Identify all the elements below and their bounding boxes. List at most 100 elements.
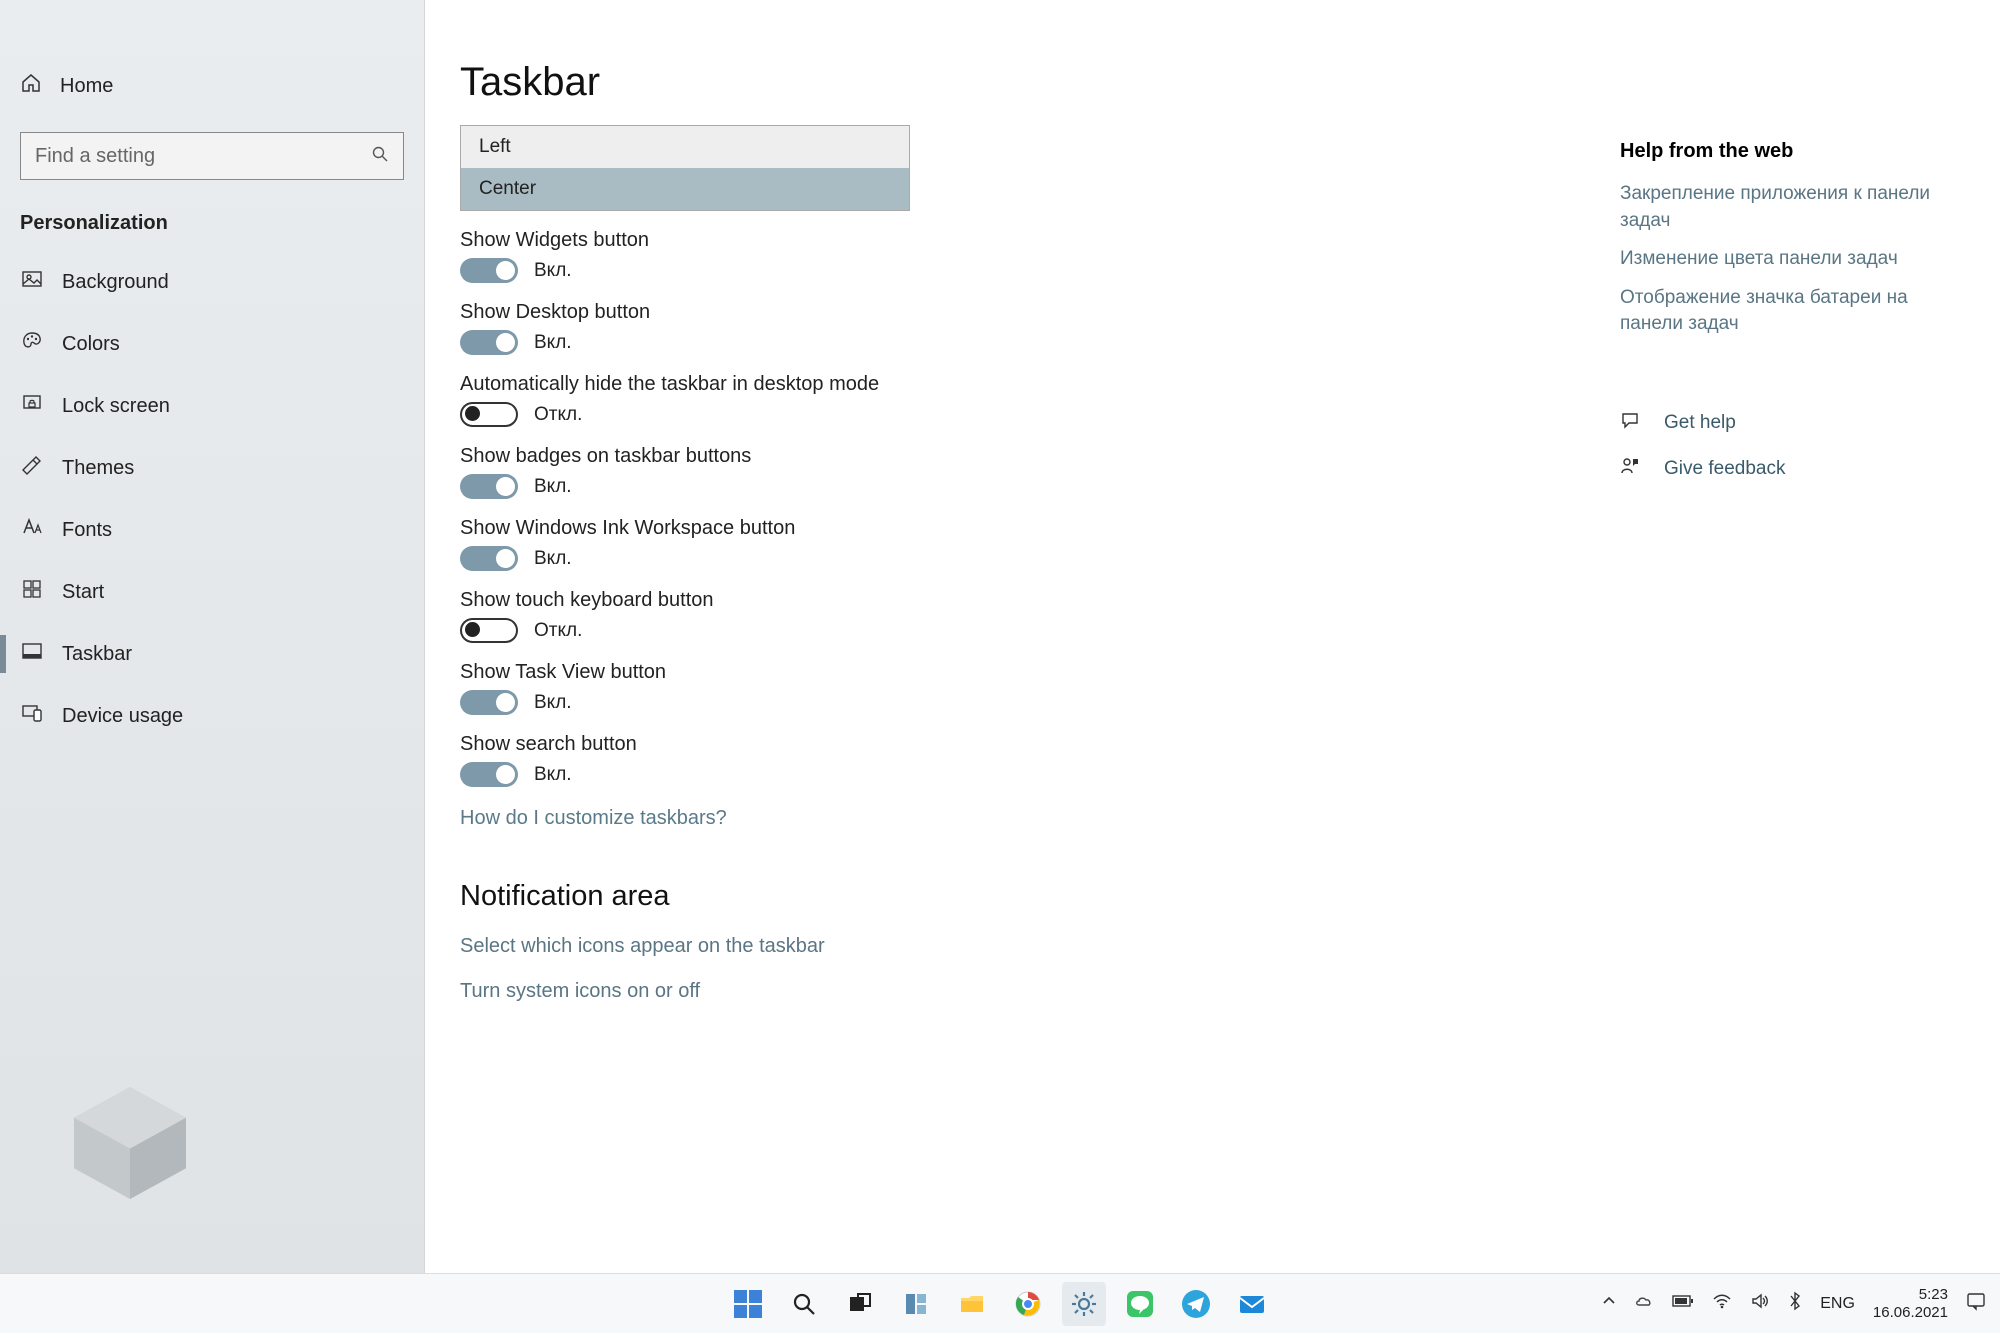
toggle-state: Откл. [534,620,582,642]
alignment-option-left[interactable]: Left [461,126,909,168]
telegram-icon[interactable] [1174,1282,1218,1326]
setting-4: Show Windows Ink Workspace button Вкл. [460,517,2000,571]
sidebar-item-themes[interactable]: Themes [0,437,424,499]
taskbar-search-icon[interactable] [782,1282,826,1326]
sidebar-item-background[interactable]: Background [0,251,424,313]
volume-icon[interactable] [1750,1291,1770,1316]
sidebar-item-label: Lock screen [62,395,170,418]
setting-5: Show touch keyboard button Откл. [460,589,2000,643]
chat-icon [1620,410,1642,436]
get-help-action[interactable]: Get help [1620,410,1970,436]
toggle-state: Откл. [534,404,582,426]
sidebar-item-label: Background [62,271,169,294]
tray-chevron-icon[interactable] [1602,1294,1616,1313]
sidebar-item-label: Themes [62,457,134,480]
system-tray: ENG 5:23 16.06.2021 [1602,1286,1986,1322]
settings-app-icon[interactable] [1062,1282,1106,1326]
help-link-color[interactable]: Изменение цвета панели задач [1620,246,1970,273]
tray-date: 16.06.2021 [1873,1304,1948,1322]
sidebar-item-label: Device usage [62,705,183,728]
sidebar-item-label: Colors [62,333,120,356]
sidebar-item-start[interactable]: Start [0,561,424,623]
toggle-switch[interactable] [460,258,518,283]
wifi-icon[interactable] [1712,1291,1732,1316]
tray-clock[interactable]: 5:23 16.06.2021 [1873,1286,1948,1322]
onedrive-icon[interactable] [1634,1291,1654,1316]
tray-time: 5:23 [1873,1286,1948,1304]
chrome-icon[interactable] [1006,1282,1050,1326]
home-nav[interactable]: Home [0,56,424,116]
search-icon [371,145,389,168]
toggle-state: Вкл. [534,764,572,786]
background-icon [20,268,44,296]
sidebar-item-lock-screen[interactable]: Lock screen [0,375,424,437]
language-indicator[interactable]: ENG [1820,1295,1855,1313]
help-heading: Help from the web [1620,140,1970,163]
feedback-icon [1620,456,1642,482]
widgets-icon[interactable] [894,1282,938,1326]
os-taskbar: ENG 5:23 16.06.2021 [0,1273,2000,1333]
toggle-switch[interactable] [460,546,518,571]
sidebar-nav: Background Colors Lock screen Themes Fonts St… [0,251,424,747]
sidebar-item-taskbar[interactable]: Taskbar [0,623,424,685]
start-icon [20,578,44,606]
task-view-icon[interactable] [838,1282,882,1326]
toggle-switch[interactable] [460,330,518,355]
colors-icon [20,330,44,358]
mail-app-icon[interactable] [1230,1282,1274,1326]
setting-label: Show Task View button [460,661,2000,684]
help-pane: Help from the web Закрепление приложения… [1620,140,1970,482]
taskbar-center [726,1282,1274,1326]
fonts-icon [20,516,44,544]
select-icons-link[interactable]: Select which icons appear on the taskbar [460,935,2000,958]
search-box[interactable] [20,132,404,180]
setting-7: Show search button Вкл. [460,733,2000,787]
deviceusage-icon [20,702,44,730]
alignment-dropdown[interactable]: Left Center [460,125,910,211]
notifications-icon[interactable] [1966,1291,1986,1316]
line-app-icon[interactable] [1118,1282,1162,1326]
toggle-state: Вкл. [534,548,572,570]
toggle-switch[interactable] [460,402,518,427]
toggle-switch[interactable] [460,762,518,787]
battery-icon[interactable] [1672,1294,1694,1313]
search-input[interactable] [35,145,371,168]
sidebar-item-colors[interactable]: Colors [0,313,424,375]
toggle-state: Вкл. [534,332,572,354]
home-icon [20,72,42,100]
toggle-state: Вкл. [534,476,572,498]
lockscreen-icon [20,392,44,420]
give-feedback-action[interactable]: Give feedback [1620,456,1970,482]
toggle-state: Вкл. [534,260,572,282]
setting-label: Show Windows Ink Workspace button [460,517,2000,540]
give-feedback-label: Give feedback [1664,458,1785,480]
themes-icon [20,454,44,482]
sidebar-item-label: Taskbar [62,643,132,666]
sidebar-item-label: Fonts [62,519,112,542]
setting-6: Show Task View button Вкл. [460,661,2000,715]
toggle-switch[interactable] [460,690,518,715]
setting-label: Show search button [460,733,2000,756]
sidebar: Home Personalization Background Colors Loc… [0,0,425,1273]
taskbar-icon [20,640,44,668]
system-icons-link[interactable]: Turn system icons on or off [460,980,2000,1003]
rozetked-logo [60,1073,200,1213]
sidebar-item-label: Start [62,581,104,604]
setting-label: Show touch keyboard button [460,589,2000,612]
notification-area-heading: Notification area [460,880,2000,913]
sidebar-item-fonts[interactable]: Fonts [0,499,424,561]
sidebar-category: Personalization [0,180,424,251]
toggle-state: Вкл. [534,692,572,714]
start-button[interactable] [726,1282,770,1326]
help-link-pin[interactable]: Закрепление приложения к панели задач [1620,181,1970,234]
page-title: Taskbar [460,60,2000,105]
help-link-battery[interactable]: Отображение значка батареи на панели зад… [1620,285,1970,338]
toggle-switch[interactable] [460,474,518,499]
alignment-option-center[interactable]: Center [461,168,909,210]
home-label: Home [60,75,113,98]
toggle-switch[interactable] [460,618,518,643]
sidebar-item-device-usage[interactable]: Device usage [0,685,424,747]
file-explorer-icon[interactable] [950,1282,994,1326]
customize-taskbar-link[interactable]: How do I customize taskbars? [460,807,2000,830]
bluetooth-icon[interactable] [1788,1291,1802,1316]
